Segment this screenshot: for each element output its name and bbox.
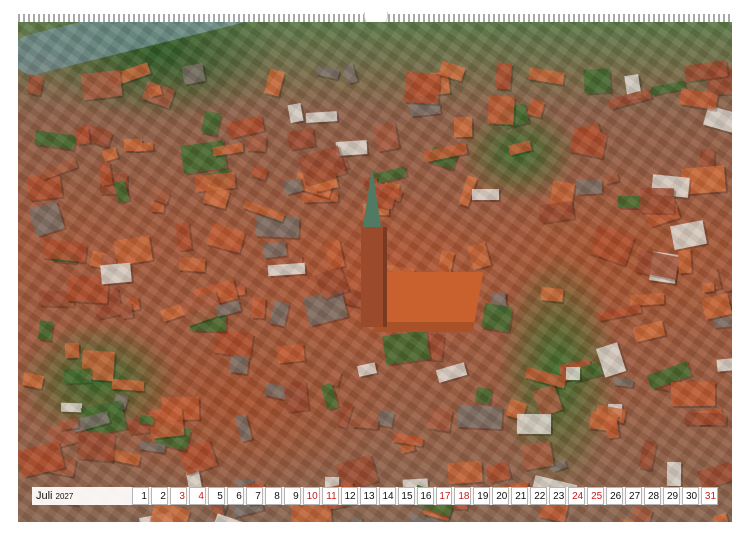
day-cell: 7 [245,487,263,505]
day-cell: 16 [416,487,434,505]
day-cell: 15 [397,487,415,505]
day-cell: 14 [378,487,396,505]
day-cell: 31 [701,487,719,505]
day-cell: 2 [150,487,168,505]
day-cell: 24 [568,487,586,505]
month-name: Juli [36,490,53,502]
day-cell: 30 [682,487,700,505]
day-cell: 13 [359,487,377,505]
day-cell: 11 [321,487,339,505]
day-cell: 18 [454,487,472,505]
calendar-strip: Juli 2027 1 2 3 4 5 6 7 8 9 10 11 12 13 14 15 16 17 18 19 2… [32,487,719,505]
day-cell: 1 [132,487,149,505]
day-cell: 17 [435,487,453,505]
church-tower-body [361,227,383,327]
day-row: 1 2 3 4 5 6 7 8 9 10 11 12 13 14 15 16 17 18 19 20 21 22 23 24 2… [132,487,719,505]
day-cell: 6 [226,487,244,505]
day-cell: 3 [169,487,187,505]
day-cell: 5 [207,487,225,505]
day-cell: 26 [606,487,624,505]
day-cell: 4 [188,487,206,505]
day-cell: 21 [511,487,529,505]
day-cell: 25 [587,487,605,505]
day-cell: 27 [625,487,643,505]
day-cell: 8 [264,487,282,505]
day-cell: 28 [644,487,662,505]
calendar-page: Juli 2027 1 2 3 4 5 6 7 8 9 10 11 12 13 14 15 16 17 18 19 2… [0,0,750,540]
day-cell: 12 [340,487,358,505]
day-cell: 29 [663,487,681,505]
church-spire [363,167,381,227]
year-label: 2027 [55,492,74,501]
day-cell: 20 [492,487,510,505]
day-cell: 22 [530,487,548,505]
month-label: Juli 2027 [32,490,132,502]
day-cell: 19 [473,487,491,505]
church-tower [361,167,383,327]
day-cell: 23 [549,487,567,505]
day-cell: 9 [283,487,301,505]
church-nave [372,272,484,332]
aerial-town-photo [18,22,732,522]
day-cell: 10 [302,487,320,505]
